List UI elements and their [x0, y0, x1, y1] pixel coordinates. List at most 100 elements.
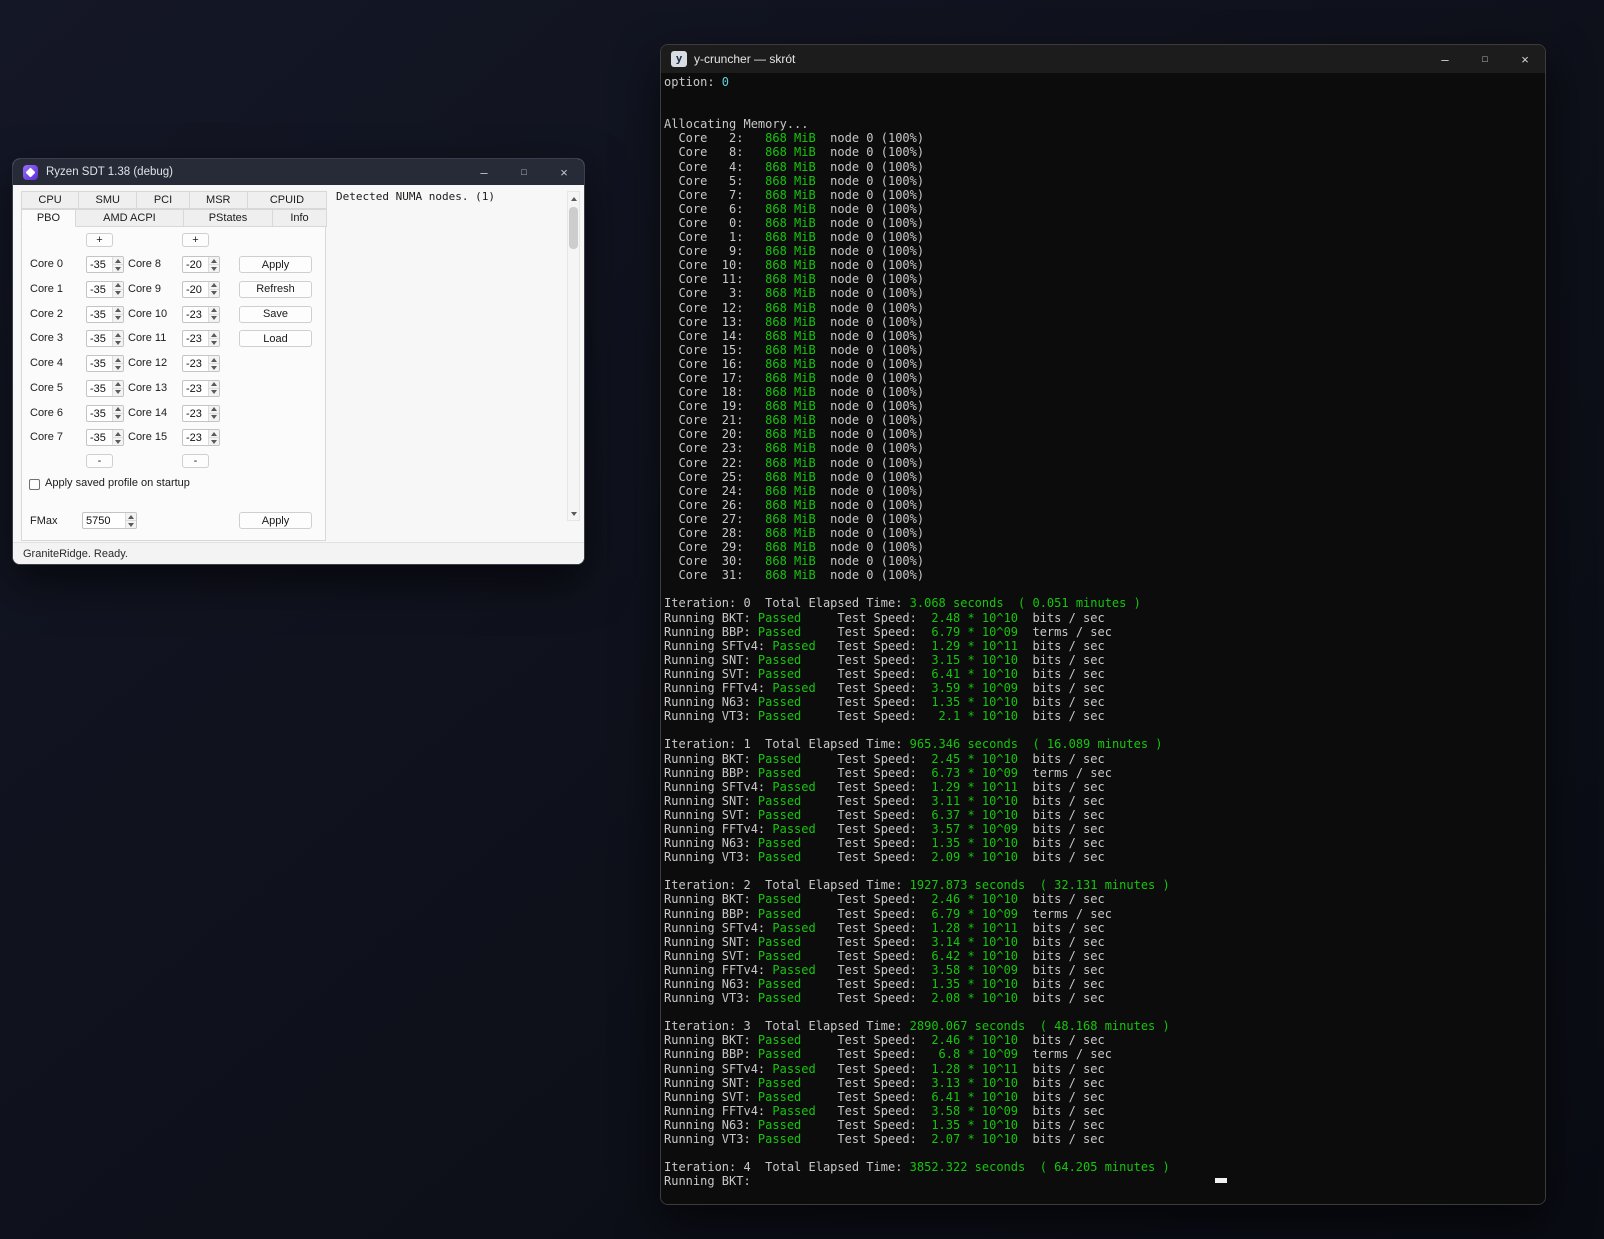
spin-down-icon[interactable] [209, 412, 219, 421]
spin-up-icon[interactable] [113, 380, 123, 388]
core-offset-spinner[interactable]: -23 [182, 355, 220, 372]
core-offset-spinner[interactable]: -35 [86, 429, 124, 447]
core-offset-value[interactable]: -35 [87, 430, 112, 445]
increment-left-column-button[interactable]: + [86, 233, 113, 247]
spin-down-icon[interactable] [209, 288, 219, 297]
increment-right-column-button[interactable]: + [182, 233, 209, 247]
core-offset-value[interactable]: -23 [183, 331, 208, 346]
tab-info[interactable]: Info [272, 209, 328, 227]
spin-up-icon[interactable] [113, 356, 123, 363]
spin-down-icon[interactable] [209, 313, 219, 322]
right-panel-scrollbar[interactable] [567, 191, 580, 521]
spin-down-icon[interactable] [209, 264, 219, 272]
core-offset-value[interactable]: -20 [183, 282, 208, 297]
core-offset-value[interactable]: -23 [183, 406, 208, 421]
core-offset-spinner[interactable]: -23 [182, 305, 220, 323]
decrement-left-column-button[interactable]: - [86, 454, 113, 468]
spin-down-icon[interactable] [113, 437, 123, 446]
spin-up-icon[interactable] [209, 380, 219, 388]
apply-button[interactable]: Apply [239, 256, 312, 273]
spin-up-icon[interactable] [126, 513, 136, 520]
spin-up-icon[interactable] [113, 430, 123, 438]
core-offset-spinner[interactable]: -35 [86, 330, 124, 348]
spin-up-icon[interactable] [209, 405, 219, 413]
core-offset-value[interactable]: -23 [183, 381, 208, 396]
scrollbar-thumb[interactable] [569, 207, 578, 249]
spin-down-icon[interactable] [113, 387, 123, 396]
core-offset-spinner[interactable]: -35 [86, 404, 124, 422]
fmax-spinner[interactable]: 5750 [82, 512, 137, 529]
decrement-right-column-button[interactable]: - [182, 454, 209, 468]
maximize-icon[interactable]: □ [1465, 45, 1505, 73]
spin-down-icon[interactable] [209, 387, 219, 396]
terminal-titlebar[interactable]: y y-cruncher — skrót – □ × [661, 45, 1545, 73]
core-offset-value[interactable]: -23 [183, 307, 208, 322]
refresh-button[interactable]: Refresh [239, 280, 312, 298]
spin-down-icon[interactable] [113, 338, 123, 347]
scroll-down-icon[interactable] [568, 507, 579, 520]
ryzen-window-body: CPU SMU PCI MSR CPUID PBO AMD ACPI PStates Info… [13, 185, 584, 564]
core-offset-spinner[interactable]: -23 [182, 404, 220, 422]
ryzen-titlebar[interactable]: Ryzen SDT 1.38 (debug) – □ × [13, 159, 584, 185]
spin-up-icon[interactable] [113, 331, 123, 339]
core-offset-spinner[interactable]: -35 [86, 305, 124, 323]
core-offset-spinner[interactable]: -23 [182, 330, 220, 348]
spin-up-icon[interactable] [209, 331, 219, 339]
core-offset-spinner[interactable]: -20 [182, 256, 220, 273]
spin-up-icon[interactable] [209, 306, 219, 314]
spin-up-icon[interactable] [209, 281, 219, 289]
core-offset-value[interactable]: -35 [87, 307, 112, 322]
core-offset-spinner[interactable]: -20 [182, 280, 220, 298]
tab-cpuid[interactable]: CPUID [246, 191, 327, 209]
spin-up-icon[interactable] [209, 356, 219, 363]
spin-down-icon[interactable] [113, 288, 123, 297]
tab-pci[interactable]: PCI [136, 191, 190, 209]
core-offset-value[interactable]: -20 [183, 257, 208, 272]
core-offset-value[interactable]: -35 [87, 282, 112, 297]
spin-down-icon[interactable] [113, 264, 123, 272]
spin-down-icon[interactable] [113, 412, 123, 421]
core-offset-spinner[interactable]: -35 [86, 256, 124, 273]
core-offset-spinner[interactable]: -35 [86, 379, 124, 397]
spin-up-icon[interactable] [209, 430, 219, 438]
spin-up-icon[interactable] [113, 281, 123, 289]
core-offset-value[interactable]: -23 [183, 356, 208, 371]
maximize-icon[interactable]: □ [504, 159, 544, 185]
spin-down-icon[interactable] [209, 338, 219, 347]
spin-up-icon[interactable] [113, 306, 123, 314]
spin-down-icon[interactable] [113, 363, 123, 371]
core-offset-spinner[interactable]: -23 [182, 429, 220, 447]
tab-pstates[interactable]: PStates [182, 209, 273, 227]
spin-up-icon[interactable] [209, 257, 219, 264]
core-offset-value[interactable]: -35 [87, 381, 112, 396]
core-offset-value[interactable]: -35 [87, 331, 112, 346]
spin-up-icon[interactable] [113, 257, 123, 264]
spin-down-icon[interactable] [209, 363, 219, 371]
scroll-up-icon[interactable] [568, 192, 579, 205]
spin-down-icon[interactable] [113, 313, 123, 322]
core-offset-spinner[interactable]: -35 [86, 355, 124, 372]
core-offset-value[interactable]: -35 [87, 406, 112, 421]
core-offset-value[interactable]: -35 [87, 257, 112, 272]
core-offset-value[interactable]: -35 [87, 356, 112, 371]
minimize-icon[interactable]: – [464, 159, 504, 185]
tab-cpu[interactable]: CPU [21, 191, 80, 209]
tab-msr[interactable]: MSR [188, 191, 248, 209]
fmax-value[interactable]: 5750 [83, 513, 125, 528]
tab-amd-acpi[interactable]: AMD ACPI [74, 209, 184, 227]
save-button[interactable]: Save [239, 305, 312, 323]
spin-down-icon[interactable] [209, 437, 219, 446]
load-button[interactable]: Load [239, 330, 312, 348]
close-icon[interactable]: × [544, 159, 584, 185]
tab-pbo[interactable]: PBO [21, 209, 76, 227]
core-offset-spinner[interactable]: -23 [182, 379, 220, 397]
minimize-icon[interactable]: – [1425, 45, 1465, 73]
core-offset-value[interactable]: -23 [183, 430, 208, 445]
close-icon[interactable]: × [1505, 45, 1545, 73]
tab-smu[interactable]: SMU [78, 191, 138, 209]
spin-down-icon[interactable] [126, 520, 136, 528]
spin-up-icon[interactable] [113, 405, 123, 413]
apply-saved-profile-checkbox[interactable] [29, 479, 40, 490]
core-offset-spinner[interactable]: -35 [86, 280, 124, 298]
fmax-apply-button[interactable]: Apply [239, 512, 312, 529]
